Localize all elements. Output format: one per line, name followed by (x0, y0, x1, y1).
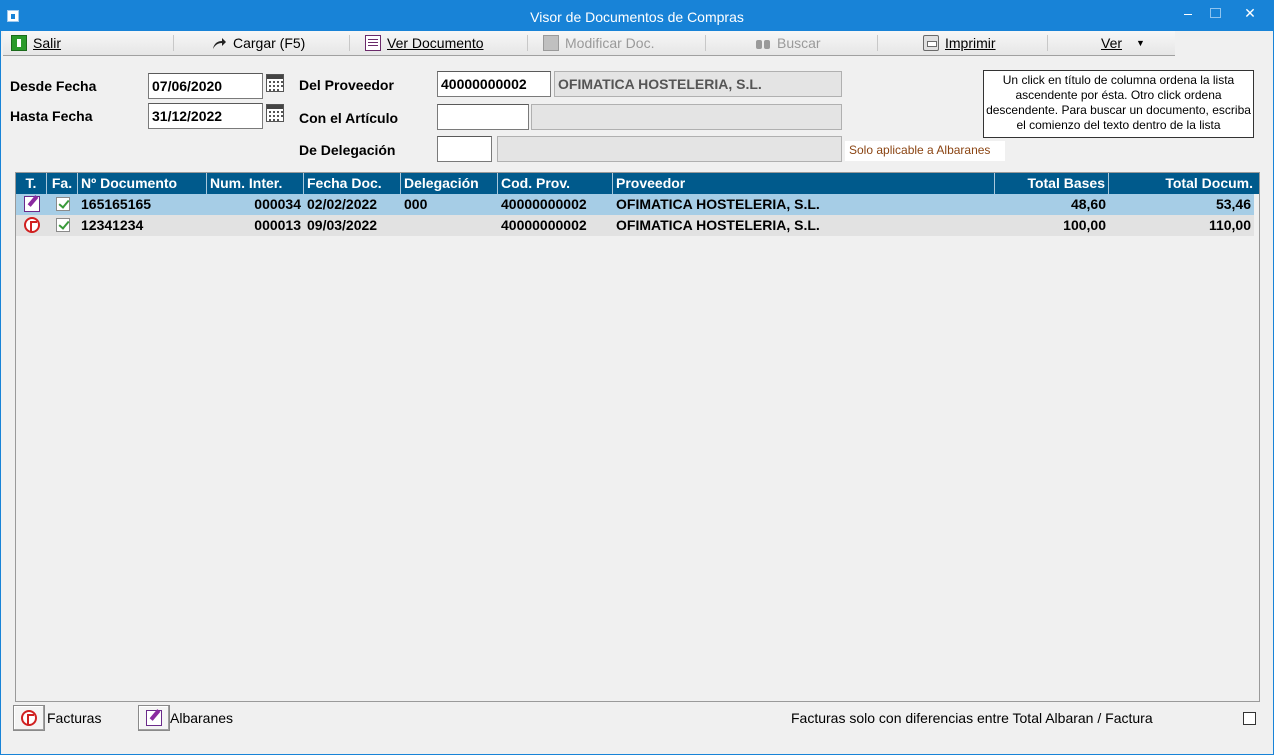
delegacion-label: De Delegación (299, 142, 396, 158)
col-header-fecha[interactable]: Fecha Doc. (304, 173, 401, 194)
binoculars-icon (755, 35, 771, 51)
dropdown-caret-icon: ▼ (1136, 38, 1145, 48)
close-button[interactable]: ✕ (1235, 3, 1265, 25)
edit-icon (543, 35, 559, 51)
col-header-num-inter[interactable]: Num. Inter. (207, 173, 304, 194)
albaranes-filter-button[interactable] (138, 705, 170, 731)
cell-proveedor: OFIMATICA HOSTELERIA, S.L. (616, 196, 820, 212)
ver-documento-button[interactable]: Ver Documento (365, 31, 484, 55)
help-note: Un click en título de columna ordena la … (983, 70, 1254, 138)
toolbar-separator (527, 35, 528, 51)
ver-documento-label: Ver Documento (387, 35, 484, 51)
document-icon (365, 35, 381, 51)
proveedor-code-input[interactable]: 40000000002 (437, 71, 551, 97)
col-header-cod-prov[interactable]: Cod. Prov. (498, 173, 613, 194)
toolbar-separator (1047, 35, 1048, 51)
cell-delegacion: 000 (404, 196, 428, 212)
col-header-fa[interactable]: Fa. (47, 173, 78, 194)
toolbar-separator (877, 35, 878, 51)
cell-cod-prov: 40000000002 (501, 217, 587, 233)
cell-fecha: 02/02/2022 (307, 196, 378, 212)
cell-total-bases: 100,00 (1063, 217, 1106, 233)
cell-fecha: 09/03/2022 (307, 217, 378, 233)
hasta-calendar-icon[interactable] (266, 104, 284, 122)
desde-calendar-icon[interactable] (266, 74, 284, 92)
articulo-label: Con el Artículo (299, 110, 399, 126)
cell-total-docum: 53,46 (1215, 196, 1251, 212)
facturas-label: Facturas (47, 710, 102, 726)
delegacion-code-input[interactable] (437, 136, 492, 162)
exit-icon (11, 35, 27, 51)
proveedor-name-field: OFIMATICA HOSTELERIA, S.L. (554, 71, 842, 97)
cell-documento: 12341234 (81, 217, 144, 233)
salir-button[interactable]: Salir (11, 31, 61, 55)
col-header-total-bases[interactable]: Total Bases (995, 173, 1109, 194)
cargar-label: Cargar (F5) (233, 35, 306, 51)
cell-proveedor: OFIMATICA HOSTELERIA, S.L. (616, 217, 820, 233)
desde-fecha-input[interactable]: 07/06/2020 (148, 73, 263, 99)
albaran-icon (146, 710, 162, 726)
table-row[interactable]: 12341234 000013 09/03/2022 40000000002 O… (16, 215, 1254, 236)
reload-arrow-icon (211, 35, 227, 51)
cell-num-inter: 000013 (254, 217, 301, 233)
salir-label: Salir (33, 35, 62, 51)
facturas-filter-button[interactable] (13, 705, 45, 731)
hasta-fecha-input[interactable]: 31/12/2022 (148, 103, 263, 129)
articulo-code-input[interactable] (437, 104, 529, 130)
cell-total-bases: 48,60 (1070, 196, 1106, 212)
albaran-icon (16, 194, 47, 215)
cell-documento: 165165165 (81, 196, 152, 212)
factura-icon (21, 710, 37, 726)
buscar-button[interactable]: Buscar (755, 31, 821, 55)
buscar-label: Buscar (777, 35, 821, 51)
window-title: Visor de Documentos de Compras (530, 9, 744, 25)
col-header-delegacion[interactable]: Delegación (401, 173, 498, 194)
main-window: Visor de Documentos de Compras ✕ Salir C… (0, 0, 1274, 755)
cargar-button[interactable]: Cargar (F5) (211, 31, 305, 55)
table-row[interactable]: 165165165 000034 02/02/2022 000 40000000… (16, 194, 1254, 215)
ver-label: Ver (1101, 35, 1123, 51)
toolbar-separator (705, 35, 706, 51)
delegacion-hint: Solo aplicable a Albaranes (845, 141, 1005, 161)
diferencias-checkbox[interactable] (1243, 712, 1256, 725)
toolbar: Salir Cargar (F5) Ver Documento Modifica… (3, 31, 1175, 56)
toolbar-separator (173, 35, 174, 51)
proveedor-label: Del Proveedor (299, 77, 394, 93)
cell-cod-prov: 40000000002 (501, 196, 587, 212)
title-bar: Visor de Documentos de Compras ✕ (1, 1, 1273, 31)
col-header-tipo[interactable]: T. (16, 173, 47, 194)
albaranes-label: Albaranes (170, 710, 234, 726)
hasta-fecha-label: Hasta Fecha (10, 108, 93, 124)
imprimir-button[interactable]: Imprimir (923, 31, 996, 55)
imprimir-label: Imprimir (945, 35, 996, 51)
diferencias-label: Facturas solo con diferencias entre Tota… (791, 710, 1153, 726)
check-icon (47, 194, 78, 215)
modificar-label: Modificar Doc. (565, 35, 655, 51)
printer-icon (923, 35, 939, 51)
col-header-proveedor[interactable]: Proveedor (613, 173, 995, 194)
col-header-documento[interactable]: Nº Documento (78, 173, 207, 194)
articulo-name-field (531, 104, 842, 130)
grid-header: T. Fa. Nº Documento Num. Inter. Fecha Do… (16, 173, 1259, 194)
check-icon (47, 215, 78, 236)
cell-total-docum: 110,00 (1208, 217, 1251, 233)
factura-icon (16, 215, 47, 236)
toolbar-separator (349, 35, 350, 51)
documents-grid[interactable]: T. Fa. Nº Documento Num. Inter. Fecha Do… (15, 172, 1260, 702)
modificar-button[interactable]: Modificar Doc. (543, 31, 654, 55)
delegacion-name-field (497, 136, 842, 162)
col-header-total-docum[interactable]: Total Docum. (1109, 173, 1256, 194)
desde-fecha-label: Desde Fecha (10, 78, 97, 94)
maximize-button[interactable] (1199, 3, 1229, 25)
cell-num-inter: 000034 (254, 196, 301, 212)
ver-menu-button[interactable]: Ver ▼ (1101, 31, 1145, 55)
cell-delegacion (401, 215, 498, 236)
